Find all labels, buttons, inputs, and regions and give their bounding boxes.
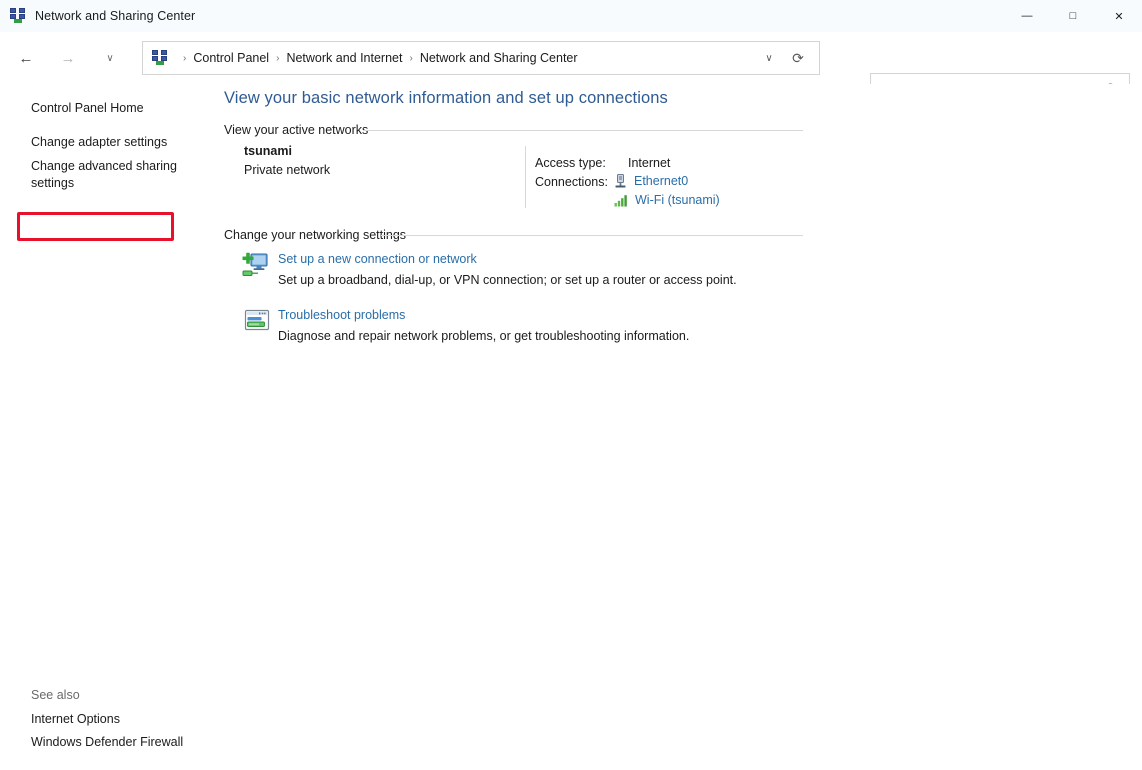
sidebar-item-change-adapter-settings[interactable]: Change adapter settings [31,134,167,151]
recent-locations-button[interactable]: ∨ [95,43,125,73]
see-also-label: See also [31,688,80,702]
breadcrumb-item-network-and-sharing-center[interactable]: Network and Sharing Center [420,51,578,65]
see-also-item-internet-options[interactable]: Internet Options [31,711,120,728]
ethernet-icon [614,174,627,188]
connection-link-ethernet[interactable]: Ethernet0 [634,174,688,188]
main-content: View your basic network information and … [222,84,1142,770]
connection-row-ethernet[interactable]: Ethernet0 [614,174,688,188]
access-type-label: Access type: [535,156,606,170]
wifi-icon [614,194,628,207]
page-title: View your basic network information and … [224,89,668,108]
divider [381,235,803,236]
forward-button[interactable]: → [53,43,83,73]
description-set-up-new-connection: Set up a broadband, dial-up, or VPN conn… [278,273,737,287]
window-controls: — □ ✕ [1004,0,1142,32]
divider [363,130,803,131]
sidebar: Control Panel Home Change adapter settin… [0,84,222,770]
vertical-divider [525,146,526,208]
connections-label: Connections: [535,175,608,189]
breadcrumb[interactable]: › Control Panel › Network and Internet ›… [142,41,820,75]
connection-link-wifi[interactable]: Wi-Fi (tsunami) [635,193,720,207]
group-heading-networking-settings: Change your networking settings [224,228,406,242]
network-name: tsunami [244,144,292,158]
sidebar-item-control-panel-home[interactable]: Control Panel Home [31,100,144,117]
breadcrumb-item-control-panel[interactable]: Control Panel [193,51,269,65]
refresh-icon[interactable]: ⟳ [785,42,811,74]
chevron-down-icon[interactable]: ∨ [756,42,782,74]
link-troubleshoot-problems[interactable]: Troubleshoot problems [278,308,405,322]
troubleshoot-icon [243,307,271,335]
title-bar: Network and Sharing Center — □ ✕ [0,0,1142,32]
description-troubleshoot-problems: Diagnose and repair network problems, or… [278,329,689,343]
highlight-annotation [17,212,174,241]
minimize-button[interactable]: — [1004,0,1050,32]
maximize-button[interactable]: □ [1050,0,1096,32]
connection-row-wifi[interactable]: Wi-Fi (tsunami) [614,193,720,207]
breadcrumb-network-icon [152,50,168,66]
group-heading-active-networks: View your active networks [224,123,368,137]
close-button[interactable]: ✕ [1096,0,1142,32]
link-set-up-new-connection[interactable]: Set up a new connection or network [278,252,477,266]
sidebar-item-change-advanced-sharing-settings[interactable]: Change advanced sharing settings [31,158,181,192]
see-also-item-windows-defender-firewall[interactable]: Windows Defender Firewall [31,734,183,751]
navigation-bar: ← → ∨ ↑ › Control Panel › Network and In… [0,32,1142,84]
breadcrumb-separator-icon: › [409,53,412,64]
window-title: Network and Sharing Center [35,9,195,23]
network-type: Private network [244,163,330,177]
new-connection-icon [241,251,269,279]
breadcrumb-separator-icon: › [276,53,279,64]
access-type-value: Internet [628,156,670,170]
breadcrumb-separator-icon: › [183,53,186,64]
network-sharing-center-icon [10,8,26,24]
back-button[interactable]: ← [11,43,41,73]
breadcrumb-item-network-and-internet[interactable]: Network and Internet [286,51,402,65]
